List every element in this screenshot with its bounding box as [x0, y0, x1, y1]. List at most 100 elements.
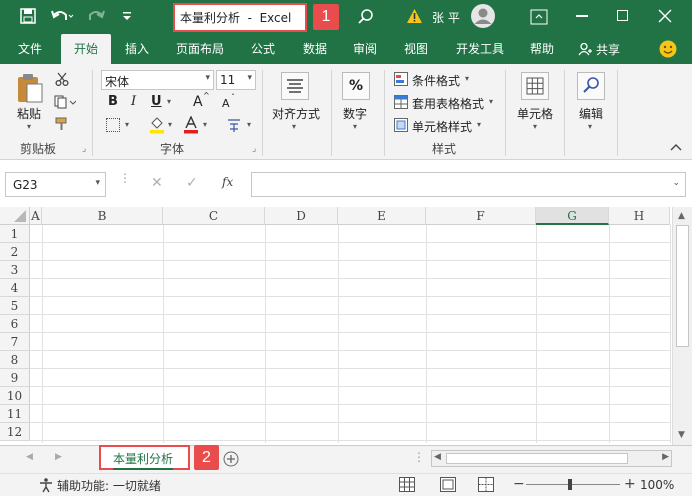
- conditional-format-dropdown-icon[interactable]: ▾: [465, 74, 469, 83]
- border-icon[interactable]: [106, 118, 120, 132]
- cells-dropdown-icon[interactable]: ▾: [533, 122, 537, 131]
- row-header-6[interactable]: 6: [0, 315, 30, 333]
- cells-icon[interactable]: [521, 72, 549, 100]
- vertical-scrollbar[interactable]: ▲ ▼: [672, 207, 692, 445]
- font-size-select[interactable]: 11 ▾: [216, 70, 256, 90]
- italic-button[interactable]: I: [131, 94, 136, 109]
- row-header-9[interactable]: 9: [0, 369, 30, 387]
- row-header-7[interactable]: 7: [0, 333, 30, 351]
- fill-color-icon[interactable]: [149, 116, 165, 134]
- cell-styles-dropdown-icon[interactable]: ▾: [477, 120, 481, 129]
- column-header-d[interactable]: D: [265, 207, 338, 225]
- scroll-up-icon[interactable]: ▲: [678, 211, 685, 221]
- hscroll-thumb[interactable]: [446, 453, 628, 464]
- format-as-table-icon[interactable]: [394, 95, 408, 109]
- percent-icon[interactable]: %: [342, 72, 370, 100]
- save-icon[interactable]: [20, 8, 36, 24]
- column-header-h[interactable]: H: [609, 207, 670, 225]
- close-icon[interactable]: [658, 9, 672, 23]
- smiley-feedback-icon[interactable]: [659, 40, 677, 58]
- format-as-table-button[interactable]: 套用表格格式: [412, 95, 484, 112]
- scroll-down-icon[interactable]: ▼: [678, 430, 685, 440]
- tab-view[interactable]: 视图: [396, 34, 436, 64]
- column-header-e[interactable]: E: [338, 207, 426, 225]
- share-button[interactable]: 共享: [596, 41, 620, 58]
- column-header-g[interactable]: G: [536, 207, 609, 225]
- column-header-f[interactable]: F: [426, 207, 536, 225]
- tab-data[interactable]: 数据: [295, 34, 335, 64]
- scroll-right-icon[interactable]: ▶: [662, 452, 669, 462]
- row-header-1[interactable]: 1: [0, 225, 30, 243]
- row-header-11[interactable]: 11: [0, 405, 30, 423]
- cut-icon[interactable]: [55, 72, 69, 87]
- row-header-4[interactable]: 4: [0, 279, 30, 297]
- accessibility-icon[interactable]: [38, 477, 54, 493]
- row-header-2[interactable]: 2: [0, 243, 30, 261]
- search-icon[interactable]: [358, 9, 374, 25]
- number-dropdown-icon[interactable]: ▾: [353, 122, 357, 131]
- scroll-thumb[interactable]: [676, 225, 689, 347]
- maximize-icon[interactable]: [617, 10, 628, 21]
- next-sheet-icon[interactable]: ▶: [55, 452, 62, 462]
- name-box[interactable]: G23 ▾: [5, 172, 106, 197]
- prev-sheet-icon[interactable]: ◀: [26, 452, 33, 462]
- confirm-entry-button[interactable]: ✓: [186, 175, 198, 191]
- editing-dropdown-icon[interactable]: ▾: [588, 122, 592, 131]
- phonetic-dropdown-icon[interactable]: ▾: [247, 120, 251, 129]
- zoom-slider-track[interactable]: [526, 484, 620, 485]
- format-as-table-dropdown-icon[interactable]: ▾: [489, 97, 493, 106]
- cell-styles-icon[interactable]: [394, 118, 408, 132]
- tab-page-layout[interactable]: 页面布局: [167, 34, 233, 64]
- clipboard-launcher-icon[interactable]: ⌟: [82, 144, 86, 154]
- alignment-button[interactable]: 对齐方式: [272, 105, 320, 122]
- paste-button[interactable]: 粘贴: [17, 105, 41, 122]
- tab-formulas[interactable]: 公式: [243, 34, 283, 64]
- alignment-dropdown-icon[interactable]: ▾: [292, 122, 296, 131]
- column-header-b[interactable]: B: [42, 207, 163, 225]
- minimize-icon[interactable]: [576, 15, 588, 17]
- underline-button[interactable]: U: [151, 94, 162, 109]
- grow-font-button[interactable]: A: [193, 94, 203, 110]
- tab-home[interactable]: 开始: [61, 34, 111, 64]
- paste-dropdown-icon[interactable]: ▾: [27, 122, 31, 131]
- customize-toolbar-icon[interactable]: [122, 10, 132, 22]
- page-break-view-icon[interactable]: [478, 477, 494, 492]
- number-button[interactable]: 数字: [343, 105, 367, 122]
- horizontal-scrollbar[interactable]: ◀ ▶: [431, 450, 672, 467]
- add-sheet-icon[interactable]: [223, 451, 239, 467]
- insert-function-button[interactable]: fx: [222, 175, 233, 189]
- zoom-in-button[interactable]: +: [624, 476, 636, 492]
- normal-view-icon[interactable]: [399, 477, 415, 492]
- underline-dropdown-icon[interactable]: ▾: [167, 97, 171, 106]
- font-color-dropdown-icon[interactable]: ▾: [203, 120, 207, 129]
- column-header-c[interactable]: C: [163, 207, 265, 225]
- conditional-format-button[interactable]: 条件格式: [412, 72, 460, 89]
- paste-icon[interactable]: [16, 72, 44, 104]
- warning-icon[interactable]: [406, 8, 423, 24]
- zoom-level[interactable]: 100%: [640, 478, 674, 492]
- row-header-8[interactable]: 8: [0, 351, 30, 369]
- font-color-icon[interactable]: [183, 115, 199, 134]
- split-handle-icon[interactable]: ⋮: [413, 450, 425, 464]
- phonetic-guide-icon[interactable]: [226, 116, 242, 134]
- font-launcher-icon[interactable]: ⌟: [252, 144, 256, 154]
- select-all-corner[interactable]: [0, 207, 30, 225]
- page-layout-view-icon[interactable]: [440, 477, 456, 492]
- editing-icon[interactable]: [577, 72, 605, 100]
- scroll-left-icon[interactable]: ◀: [434, 452, 441, 462]
- border-dropdown-icon[interactable]: ▾: [125, 120, 129, 129]
- formula-input[interactable]: ⌄: [251, 172, 686, 197]
- row-header-3[interactable]: 3: [0, 261, 30, 279]
- cell-styles-button[interactable]: 单元格样式: [412, 118, 472, 135]
- row-header-12[interactable]: 12: [0, 423, 30, 441]
- tab-file[interactable]: 文件: [8, 34, 52, 64]
- redo-icon[interactable]: [86, 7, 110, 25]
- worksheet-grid[interactable]: A B C D E F G H 1 2 3 4 5 6 7 8 9 10 11 …: [0, 207, 692, 445]
- bold-button[interactable]: B: [108, 94, 118, 109]
- font-name-select[interactable]: 宋体 ▾: [101, 70, 214, 90]
- cells-button[interactable]: 单元格: [517, 105, 553, 122]
- alignment-icon[interactable]: [281, 72, 309, 100]
- editing-button[interactable]: 编辑: [579, 105, 603, 122]
- format-painter-icon[interactable]: [54, 116, 70, 132]
- ribbon-display-options-icon[interactable]: [530, 9, 548, 25]
